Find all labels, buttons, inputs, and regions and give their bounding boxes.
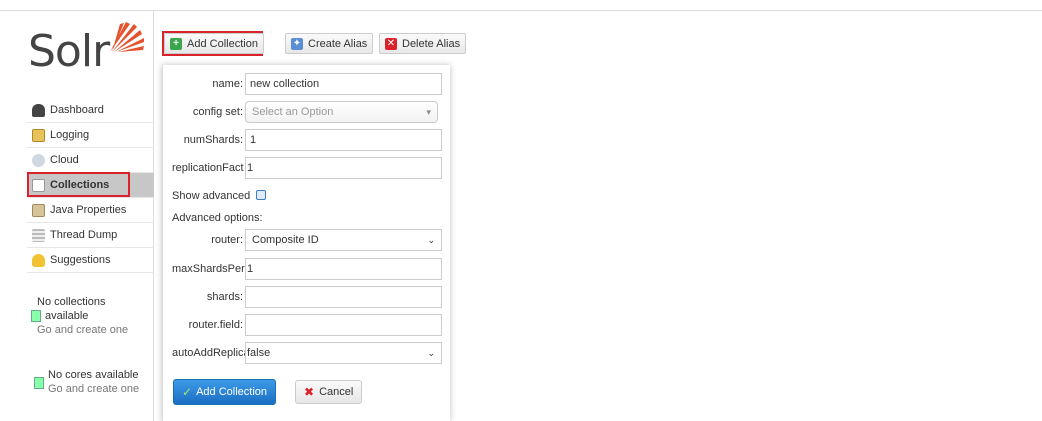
router-row: router: Composite ID ⌄ <box>163 229 451 251</box>
add-collection-button[interactable]: + Add Collection <box>164 33 264 54</box>
advanced-options-row: Advanced options: <box>163 207 451 229</box>
no-collections-note: No collections available Go and create o… <box>27 296 154 336</box>
sidebar-item-label: Collections <box>50 179 110 191</box>
max-shards-row: maxShardsPer <box>163 258 451 280</box>
no-cores-note: No cores available Go and create one <box>27 369 154 395</box>
delete-icon: ✕ <box>385 37 397 50</box>
auto-add-replicas-select[interactable]: false ⌄ <box>245 342 442 364</box>
sidebar-item-label: Dashboard <box>50 104 104 116</box>
sidebar-item-logging[interactable]: Logging <box>27 123 154 148</box>
sidebar-item-dashboard[interactable]: Dashboard <box>27 98 154 123</box>
logging-icon <box>32 128 45 142</box>
sidebar-item-label: Thread Dump <box>50 229 118 241</box>
plus-icon: + <box>170 37 182 50</box>
collections-icon <box>32 178 45 192</box>
add-collection-label: Add Collection <box>187 37 258 50</box>
name-input[interactable] <box>245 73 442 95</box>
max-shards-label: maxShardsPer <box>172 263 245 275</box>
add-collection-panel: name: config set: Select an Option ▾ num… <box>162 65 450 421</box>
sidebar-item-label: Logging <box>50 129 90 141</box>
auto-add-replicas-value: false <box>247 347 271 359</box>
create-core-link[interactable]: Go and create one <box>48 383 139 395</box>
config-set-label: config set: <box>192 106 243 118</box>
cancel-label: Cancel <box>319 386 354 398</box>
java-properties-icon <box>32 203 45 217</box>
checkmark-icon: ✓ <box>182 385 193 399</box>
toggle-advanced-icon[interactable] <box>256 190 266 200</box>
no-cores-line1: No cores available <box>48 369 139 381</box>
config-set-select[interactable]: Select an Option ▾ <box>245 101 438 123</box>
dashboard-icon <box>32 103 45 117</box>
replication-factor-label: replicationFact <box>172 162 244 174</box>
sidebar-item-thread-dump[interactable]: Thread Dump <box>27 223 154 248</box>
create-alias-label: Create Alias <box>308 37 368 50</box>
delete-alias-label: Delete Alias <box>402 37 461 50</box>
sun-logo-icon <box>110 22 144 52</box>
config-set-row: config set: Select an Option ▾ <box>163 101 451 123</box>
shards-input[interactable] <box>245 286 442 308</box>
no-collections-line2: available <box>45 310 89 322</box>
sidebar-item-java-properties[interactable]: Java Properties <box>27 198 154 223</box>
router-select[interactable]: Composite ID ⌄ <box>245 229 442 251</box>
chevron-down-icon: ▾ <box>426 106 431 117</box>
no-collections-line1: No collections <box>37 296 106 308</box>
sidebar-nav: Dashboard Logging Cloud Collections Java… <box>27 98 154 273</box>
sidebar-item-suggestions[interactable]: Suggestions <box>27 248 154 273</box>
logo-text: Solr <box>28 26 110 77</box>
replication-factor-row: replicationFact <box>163 157 451 179</box>
router-field-row: router.field: <box>163 314 451 336</box>
router-field-label: router.field: <box>188 319 243 331</box>
auto-add-replicas-row: autoAddReplica false ⌄ <box>163 342 451 364</box>
num-shards-row: numShards: <box>163 129 451 151</box>
router-value: Composite ID <box>252 234 319 246</box>
suggestions-icon <box>32 253 45 267</box>
submit-label: Add Collection <box>196 386 267 398</box>
name-row: name: <box>163 73 451 95</box>
sidebar-item-label: Suggestions <box>50 254 111 266</box>
config-set-placeholder: Select an Option <box>252 106 334 118</box>
thread-dump-icon <box>32 228 45 242</box>
core-add-icon <box>34 377 44 389</box>
solr-logo[interactable]: Solr <box>28 20 153 77</box>
max-shards-input[interactable] <box>245 258 442 280</box>
create-collection-link[interactable]: Go and create one <box>27 324 154 336</box>
create-alias-button[interactable]: ✦ Create Alias <box>285 33 374 54</box>
num-shards-input[interactable] <box>245 129 442 151</box>
chevron-down-icon: ⌄ <box>427 234 435 245</box>
replication-factor-input[interactable] <box>245 157 442 179</box>
sidebar-item-label: Java Properties <box>50 204 127 216</box>
advanced-options-heading: Advanced options: <box>172 212 263 224</box>
name-label: name: <box>212 78 243 90</box>
collection-add-icon <box>31 310 41 322</box>
auto-add-replicas-label: autoAddReplica <box>172 347 245 359</box>
shards-row: shards: <box>163 286 451 308</box>
submit-add-collection-button[interactable]: ✓ Add Collection <box>173 379 276 405</box>
cancel-button[interactable]: ✖ Cancel <box>295 380 363 404</box>
create-alias-icon: ✦ <box>291 37 303 50</box>
shards-label: shards: <box>206 291 243 303</box>
sidebar-item-label: Cloud <box>50 154 79 166</box>
chevron-down-icon: ⌄ <box>427 347 435 358</box>
top-divider <box>0 10 1042 11</box>
sidebar-item-collections[interactable]: Collections <box>27 173 154 198</box>
cancel-x-icon: ✖ <box>304 385 315 399</box>
cloud-icon <box>32 153 45 167</box>
show-advanced-row: Show advanced <box>163 185 451 207</box>
show-advanced-label[interactable]: Show advanced <box>172 190 250 202</box>
sidebar-item-cloud[interactable]: Cloud <box>27 148 154 173</box>
router-field-input[interactable] <box>245 314 442 336</box>
num-shards-label: numShards: <box>183 134 243 146</box>
router-label: router: <box>211 234 243 246</box>
delete-alias-button[interactable]: ✕ Delete Alias <box>379 33 467 54</box>
